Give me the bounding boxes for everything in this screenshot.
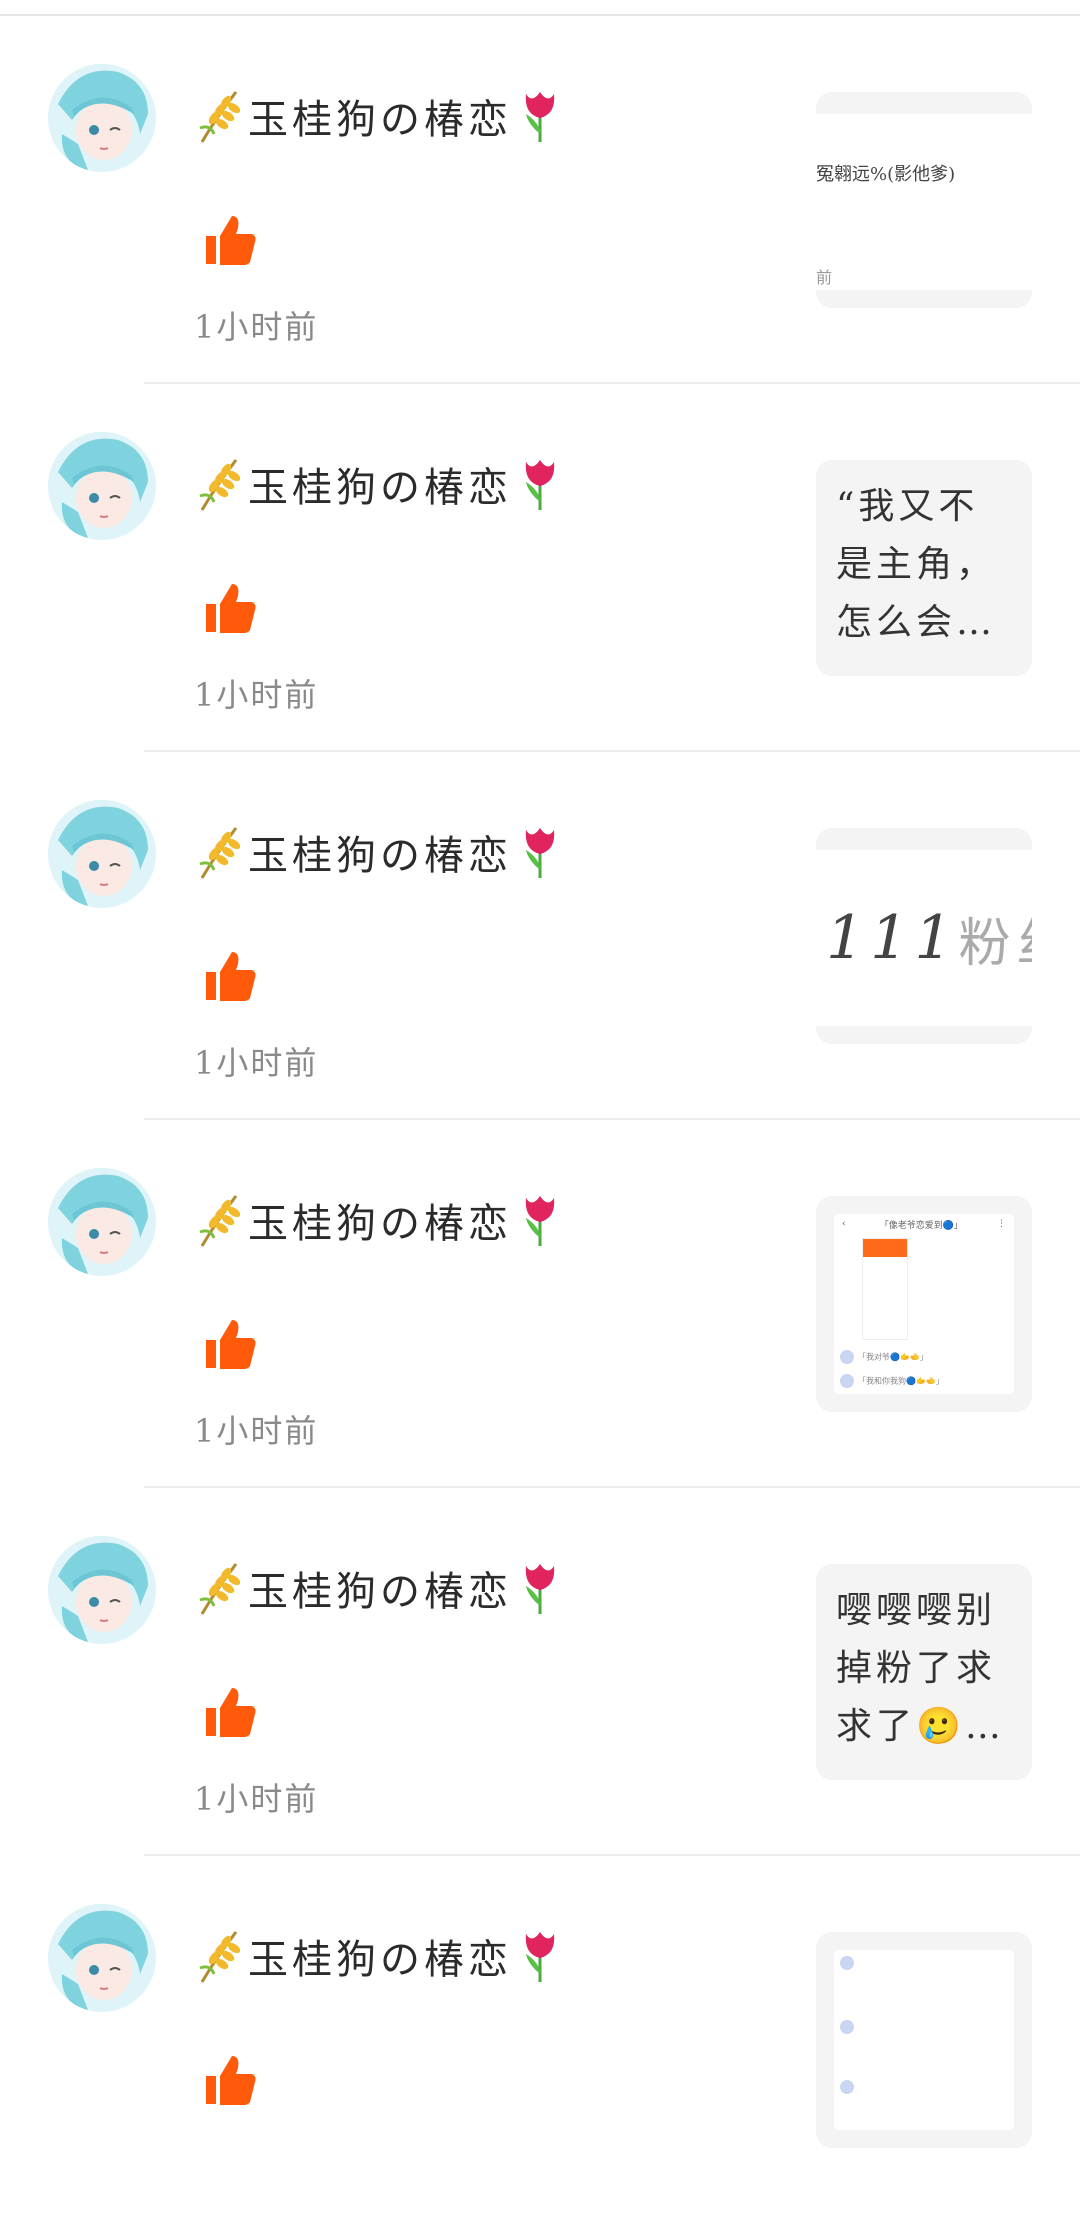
rice-ear-icon: [196, 88, 244, 144]
thumbnail-crop: 111 粉丝: [816, 850, 1032, 1026]
list-item[interactable]: 玉桂狗の椿恋 1小时前 嘤嘤嘤别掉粉了求求了🥲…: [0, 1488, 1080, 1856]
username-row[interactable]: 玉桂狗の椿恋: [196, 454, 564, 514]
tulip-icon: [516, 824, 564, 880]
timestamp: 1小时前: [194, 1044, 319, 1082]
avatar[interactable]: [48, 64, 156, 172]
mini-row: [840, 2020, 858, 2034]
thumbnail-crop: 冤翱远%(影他爹) 前: [816, 114, 1032, 290]
username: 玉桂狗の椿恋: [248, 833, 512, 879]
timestamp: 1小时前: [194, 676, 319, 714]
avatar[interactable]: [48, 1168, 156, 1276]
post-thumbnail[interactable]: 嘤嘤嘤别掉粉了求求了🥲…: [816, 1564, 1032, 1780]
like-icon: [202, 2052, 258, 2108]
rice-ear-icon: [196, 1560, 244, 1616]
like-icon: [202, 212, 258, 268]
username-row[interactable]: 玉桂狗の椿恋: [196, 822, 564, 882]
mini-comment: 「我对爷🔵🫱🫲」: [840, 1350, 928, 1364]
avatar[interactable]: [48, 432, 156, 540]
rice-ear-icon: [196, 824, 244, 880]
timestamp: 1小时前: [194, 1780, 319, 1818]
tulip-icon: [516, 456, 564, 512]
post-thumbnail[interactable]: 冤翱远%(影他爹) 前: [816, 92, 1032, 308]
rice-ear-icon: [196, 1192, 244, 1248]
avatar[interactable]: [48, 800, 156, 908]
avatar[interactable]: [48, 1536, 156, 1644]
like-icon: [202, 1316, 258, 1372]
post-thumbnail[interactable]: 111 粉丝: [816, 828, 1032, 1044]
more-icon: ⋮: [996, 1219, 1006, 1229]
username: 玉桂狗の椿恋: [248, 1201, 512, 1247]
timestamp: 1小时前: [194, 308, 319, 346]
username-row[interactable]: 玉桂狗の椿恋: [196, 86, 564, 146]
mini-row: [840, 1956, 858, 1970]
fans-count: 111: [826, 903, 959, 973]
username: 玉桂狗の椿恋: [248, 97, 512, 143]
tulip-icon: [516, 1928, 564, 1984]
post-thumbnail[interactable]: “我又不是主角，怎么会…: [816, 460, 1032, 676]
username-row[interactable]: 玉桂狗の椿恋: [196, 1558, 564, 1618]
thumbnail-screenshot: ‹ 「像老爷恋爱到🔵」 ⋮ 「我对爷🔵🫱🫲」 「我和你我狗🔵🫱🫲」: [834, 1214, 1014, 1394]
mini-row: [840, 2080, 858, 2094]
tulip-icon: [516, 88, 564, 144]
mini-comment: 「我和你我狗🔵🫱🫲」: [840, 1374, 944, 1388]
like-icon: [202, 580, 258, 636]
thumbnail-caption: 前: [816, 268, 833, 287]
like-icon: [202, 948, 258, 1004]
thumbnail-text: “我又不是主角，怎么会…: [836, 486, 997, 643]
thumbnail-text: 冤翱远%(影他爹): [816, 164, 956, 185]
timestamp: 1小时前: [194, 1412, 319, 1450]
list-item[interactable]: 玉桂狗の椿恋 1小时前 ‹ 「像老爷恋爱到🔵」 ⋮ 「我对爷🔵🫱🫲」 「我和你我…: [0, 1120, 1080, 1488]
thumbnail-fans-text: 111 粉丝: [826, 850, 1032, 1026]
list-item[interactable]: 玉桂狗の椿恋 1小时前 111 粉丝: [0, 752, 1080, 1120]
username-row[interactable]: 玉桂狗の椿恋: [196, 1190, 564, 1250]
like-icon: [202, 1684, 258, 1740]
username-row[interactable]: 玉桂狗の椿恋: [196, 1926, 564, 1986]
username: 玉桂狗の椿恋: [248, 1569, 512, 1615]
username: 玉桂狗の椿恋: [248, 1937, 512, 1983]
thumbnail-text: 嘤嘤嘤别掉粉了求求了🥲…: [836, 1590, 1005, 1747]
mini-card: [862, 1238, 908, 1340]
fans-label: 粉丝: [958, 913, 1032, 974]
thumbnail-screenshot: [834, 1950, 1014, 2130]
post-thumbnail[interactable]: ‹ 「像老爷恋爱到🔵」 ⋮ 「我对爷🔵🫱🫲」 「我和你我狗🔵🫱🫲」: [816, 1196, 1032, 1412]
notification-feed: 玉桂狗の椿恋 1小时前 冤翱远%(影他爹) 前 玉桂狗の椿恋 1小时前 “我又不…: [0, 16, 1080, 2224]
mini-title: 「像老爷恋爱到🔵」: [879, 1220, 963, 1231]
avatar[interactable]: [48, 1904, 156, 2012]
mini-title-bar: ‹ 「像老爷恋爱到🔵」 ⋮: [834, 1214, 1014, 1234]
list-item[interactable]: 玉桂狗の椿恋 1小时前 冤翱远%(影他爹) 前: [0, 16, 1080, 384]
list-item[interactable]: 玉桂狗の椿恋: [0, 1856, 1080, 2224]
back-icon: ‹: [842, 1219, 846, 1229]
tulip-icon: [516, 1192, 564, 1248]
rice-ear-icon: [196, 1928, 244, 1984]
list-item[interactable]: 玉桂狗の椿恋 1小时前 “我又不是主角，怎么会…: [0, 384, 1080, 752]
tulip-icon: [516, 1560, 564, 1616]
rice-ear-icon: [196, 456, 244, 512]
post-thumbnail[interactable]: [816, 1932, 1032, 2148]
username: 玉桂狗の椿恋: [248, 465, 512, 511]
